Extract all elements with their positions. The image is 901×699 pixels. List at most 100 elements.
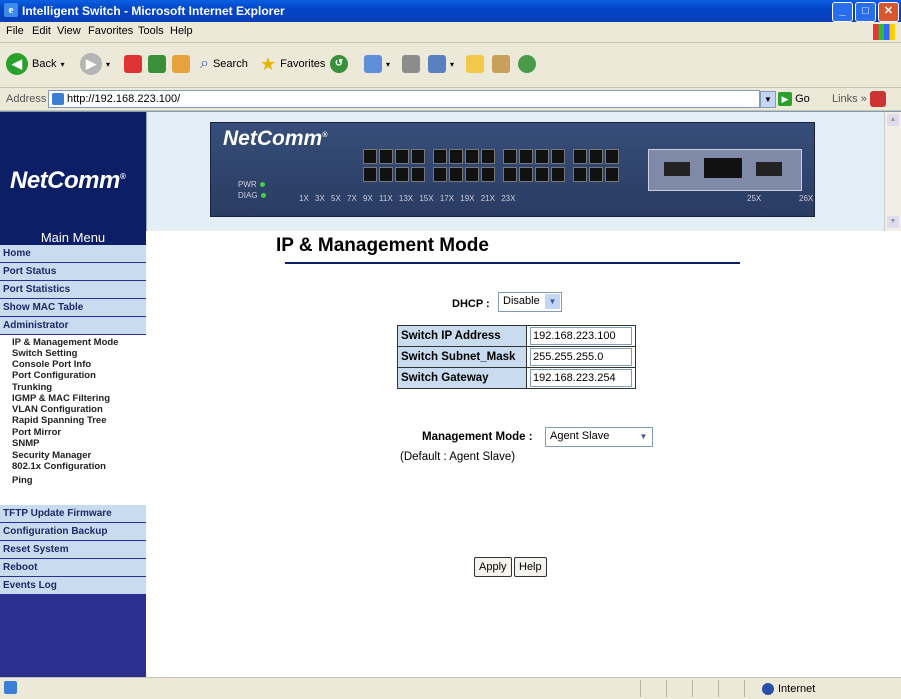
stop-button[interactable] <box>124 51 142 77</box>
page-status-icon <box>4 681 17 694</box>
menu-item-administrator[interactable]: Administrator <box>0 317 146 335</box>
menu-item-port-statistics[interactable]: Port Statistics <box>0 281 146 299</box>
menu-item-events-log[interactable]: Events Log <box>0 577 146 595</box>
submenu-8021x-configuration[interactable]: 802.1x Configuration <box>12 461 106 472</box>
go-button[interactable]: ▶ Go <box>778 92 810 106</box>
submenu-trunking[interactable]: Trunking <box>12 382 52 393</box>
research-icon <box>492 55 510 73</box>
submenu-rapid-spanning-tree[interactable]: Rapid Spanning Tree <box>12 415 107 426</box>
menu-tools[interactable]: Tools <box>138 25 164 37</box>
ip-settings-table: Switch IP Address 192.168.223.100 Switch… <box>397 325 636 389</box>
links-label: Links <box>832 93 858 105</box>
messenger-button[interactable] <box>518 51 536 77</box>
management-mode-label: Management Mode : <box>422 431 533 443</box>
gateway-field[interactable]: 192.168.223.254 <box>530 369 632 387</box>
forward-button[interactable]: ▶ ▾ <box>80 51 110 77</box>
title-underline <box>285 262 740 264</box>
gateway-label: Switch Gateway <box>397 367 527 389</box>
menu-item-configuration-backup[interactable]: Configuration Backup <box>0 523 146 541</box>
home-button[interactable] <box>172 51 190 77</box>
minimize-button[interactable]: _ <box>832 2 853 22</box>
switch-image: NetComm® PWR DIAG 1X 3X 5X 7X 9X 11X 13X… <box>210 122 815 217</box>
page-icon <box>52 93 64 105</box>
main-menu: Main Menu Home Port Status Port Statisti… <box>0 231 146 677</box>
scroll-up-icon[interactable]: ▲ <box>887 114 899 126</box>
management-mode-select[interactable]: Agent Slave ▼ <box>545 427 653 447</box>
pwr-label: PWR <box>238 180 257 189</box>
administrator-submenu: IP & Management Mode Switch Setting Cons… <box>0 335 146 505</box>
go-arrow-icon: ▶ <box>778 92 792 106</box>
menu-item-home[interactable]: Home <box>0 245 146 263</box>
dhcp-select[interactable]: Disable ▼ <box>498 292 562 312</box>
go-label: Go <box>795 92 810 105</box>
scroll-down-icon[interactable]: ▼ <box>887 216 899 228</box>
submenu-port-mirror[interactable]: Port Mirror <box>12 427 61 438</box>
address-input[interactable]: http://192.168.223.100/ <box>48 90 760 108</box>
close-button[interactable]: ✕ <box>878 2 899 22</box>
links-button[interactable]: Links » <box>832 93 867 105</box>
address-label: Address <box>6 93 47 105</box>
history-icon: ↺ <box>330 55 348 73</box>
port-group-1 <box>363 149 425 164</box>
toolbar-extension-icon[interactable] <box>870 91 886 107</box>
folder-button[interactable] <box>466 51 484 77</box>
star-icon: ★ <box>260 53 277 74</box>
edit-button[interactable]: ▾ <box>428 51 454 77</box>
window-title-bar[interactable]: e Intelligent Switch - Microsoft Interne… <box>0 0 901 22</box>
menu-view[interactable]: View <box>57 25 81 37</box>
security-zone: Internet <box>778 683 816 695</box>
table-row: Switch Subnet_Mask 255.255.255.0 <box>397 346 636 368</box>
chevron-down-icon[interactable]: ▼ <box>545 294 560 309</box>
port-group-3 <box>503 149 565 164</box>
favorites-button[interactable]: ★ Favorites <box>260 51 325 77</box>
menu-favorites[interactable]: Favorites <box>88 25 133 37</box>
port-group-4-lower <box>573 167 619 182</box>
submenu-security-manager[interactable]: Security Manager <box>12 450 91 461</box>
subnet-mask-label: Switch Subnet_Mask <box>397 346 527 368</box>
submenu-snmp[interactable]: SNMP <box>12 438 39 449</box>
help-button[interactable]: Help <box>514 557 547 577</box>
subnet-mask-field[interactable]: 255.255.255.0 <box>530 348 632 366</box>
submenu-ip-management-mode[interactable]: IP & Management Mode <box>12 337 118 348</box>
forward-arrow-icon: ▶ <box>80 53 102 75</box>
windows-logo-icon <box>873 24 895 40</box>
menu-item-reboot[interactable]: Reboot <box>0 559 146 577</box>
table-row: Switch Gateway 192.168.223.254 <box>397 367 636 389</box>
main-menu-title: Main Menu <box>0 231 146 245</box>
menu-help[interactable]: Help <box>170 25 193 37</box>
submenu-switch-setting[interactable]: Switch Setting <box>12 348 77 359</box>
mail-button[interactable]: ▾ <box>364 51 390 77</box>
mail-icon <box>364 55 382 73</box>
back-dropdown-icon: ▾ <box>60 59 65 69</box>
back-button[interactable]: ◀ Back ▾ <box>6 51 64 77</box>
dhcp-selected-value: Disable <box>503 295 540 307</box>
banner-scrollbar[interactable]: ▲ ▼ <box>884 112 901 231</box>
submenu-port-configuration[interactable]: Port Configuration <box>12 370 96 381</box>
switch-ip-field[interactable]: 192.168.223.100 <box>530 327 632 345</box>
search-button[interactable]: ⌕ Search <box>200 51 248 77</box>
internet-zone-icon <box>762 683 774 695</box>
menu-item-port-status[interactable]: Port Status <box>0 263 146 281</box>
port-26-label: 26X <box>799 194 814 203</box>
menu-item-tftp-update-firmware[interactable]: TFTP Update Firmware <box>0 505 146 523</box>
address-dropdown-icon[interactable]: ▼ <box>760 91 776 108</box>
research-button[interactable] <box>492 51 510 77</box>
submenu-vlan-configuration[interactable]: VLAN Configuration <box>12 404 103 415</box>
apply-button[interactable]: Apply <box>474 557 512 577</box>
print-button[interactable] <box>402 51 420 77</box>
print-icon <box>402 55 420 73</box>
chevron-down-icon[interactable]: ▼ <box>636 429 651 444</box>
submenu-igmp-mac-filtering[interactable]: IGMP & MAC Filtering <box>12 393 110 404</box>
menu-item-reset-system[interactable]: Reset System <box>0 541 146 559</box>
uplink-ports <box>648 149 802 191</box>
edit-dropdown-icon: ▾ <box>450 59 455 69</box>
submenu-ping[interactable]: Ping <box>12 475 33 486</box>
management-mode-value: Agent Slave <box>550 430 610 442</box>
submenu-console-port-info[interactable]: Console Port Info <box>12 359 91 370</box>
menu-file[interactable]: File <box>6 25 24 37</box>
history-button[interactable]: ↺ <box>330 51 348 77</box>
maximize-button[interactable]: □ <box>855 2 876 22</box>
refresh-button[interactable] <box>148 51 166 77</box>
menu-edit[interactable]: Edit <box>32 25 51 37</box>
menu-item-show-mac-table[interactable]: Show MAC Table <box>0 299 146 317</box>
